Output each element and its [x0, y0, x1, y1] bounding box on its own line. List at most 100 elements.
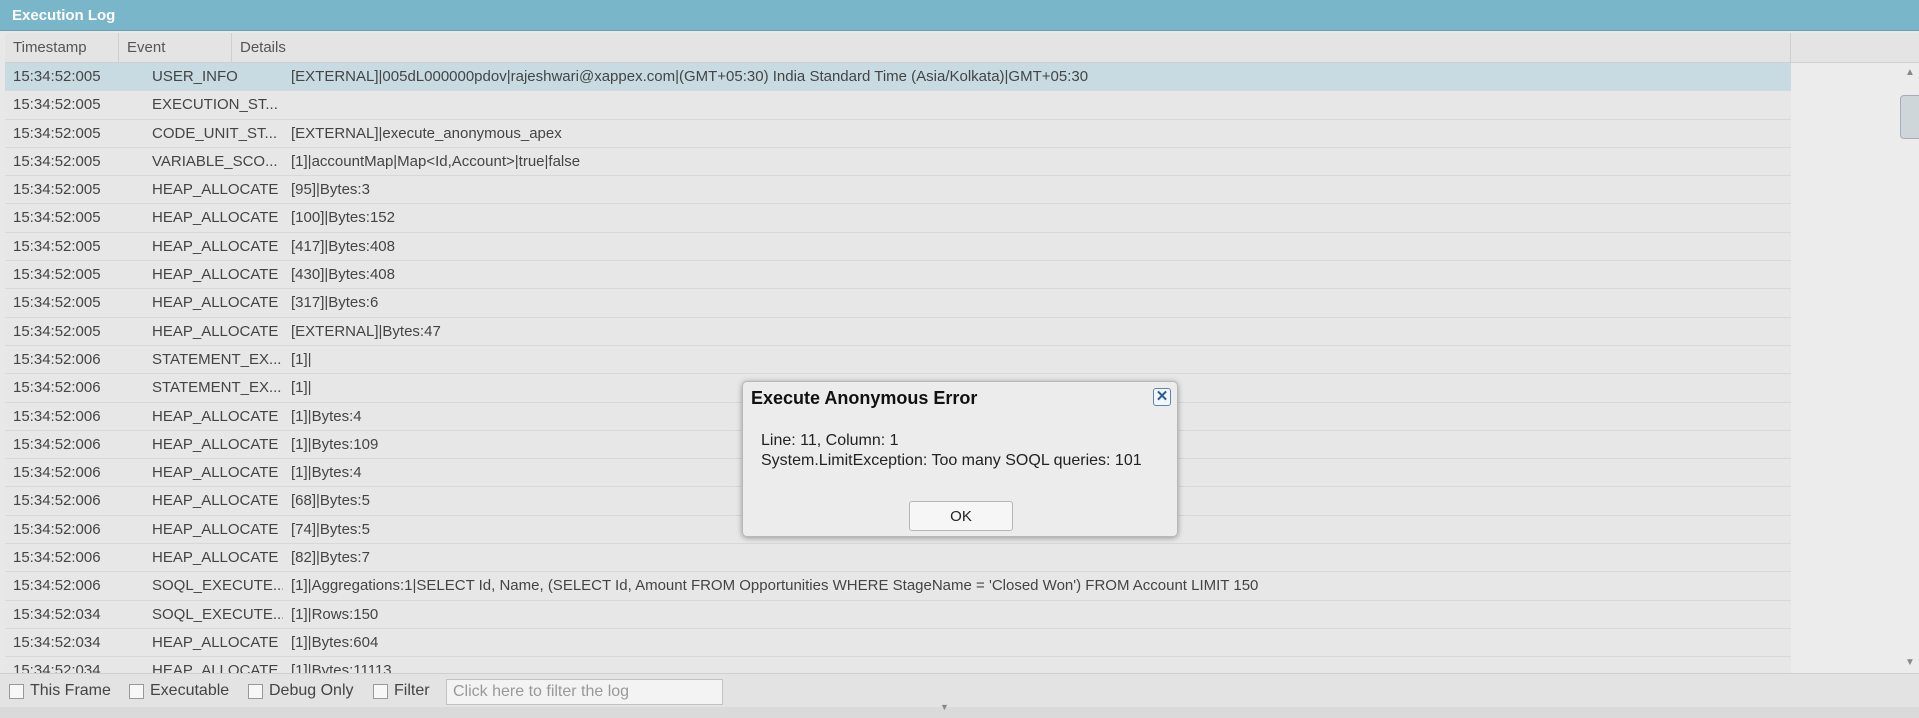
- log-event-cell: USER_INFO: [152, 68, 238, 85]
- log-event-cell: HEAP_ALLOCATE: [152, 662, 279, 673]
- log-row[interactable]: 15:34:52:005 HEAP_ALLOCATE [430]|Bytes:408: [5, 261, 1791, 290]
- log-event-cell: HEAP_ALLOCATE: [152, 633, 279, 651]
- log-timestamp-cell: 15:34:52:006: [13, 435, 101, 453]
- filter-checkbox[interactable]: [373, 683, 388, 699]
- log-event-cell: HEAP_ALLOCATE: [152, 464, 279, 482]
- grid-empty-area: [1791, 63, 1919, 673]
- log-timestamp-cell: 15:34:52:006: [13, 520, 101, 538]
- execution-log-title: Execution Log: [0, 0, 1919, 31]
- filter-option[interactable]: Filter: [373, 680, 430, 702]
- executable-option[interactable]: Executable: [129, 680, 229, 702]
- log-event-cell: CODE_UNIT_ST...: [152, 124, 278, 142]
- log-event-cell: HEAP_ALLOCATE: [152, 294, 279, 312]
- log-event-cell: STATEMENT_EX...: [152, 350, 282, 368]
- grid-header-extension: [1791, 33, 1919, 63]
- log-event-cell: HEAP_ALLOCATE: [152, 435, 279, 453]
- debug-only-checkbox[interactable]: [248, 683, 263, 699]
- column-header-timestamp[interactable]: Timestamp: [5, 33, 119, 62]
- log-timestamp-cell: 15:34:52:034: [13, 662, 101, 673]
- log-timestamp-cell: 15:34:52:006: [13, 464, 101, 482]
- debug-only-label: Debug Only: [269, 682, 354, 699]
- log-details-cell: [283, 91, 1791, 119]
- this-frame-label: This Frame: [30, 682, 111, 699]
- log-details-cell: [1]|Rows:150: [291, 605, 379, 623]
- log-timestamp-cell: 15:34:52:006: [13, 492, 101, 510]
- log-event-cell: SOQL_EXECUTE...: [152, 605, 283, 623]
- log-details-cell: [1]|Bytes:11113: [291, 662, 392, 673]
- log-grid-header: Timestamp Event Details: [5, 33, 1791, 63]
- execute-anonymous-error-dialog: Execute Anonymous Error ✕ Line: 11, Colu…: [742, 381, 1178, 537]
- column-header-details[interactable]: Details: [232, 33, 1791, 62]
- scroll-up-arrow-icon[interactable]: ▲: [1904, 68, 1916, 78]
- column-header-event[interactable]: Event: [119, 33, 232, 62]
- log-row[interactable]: 15:34:52:006 STATEMENT_EX... [1]|: [5, 345, 1791, 375]
- log-details-cell: [EXTERNAL]|005dL000000pdov|rajeshwari@xa…: [291, 68, 1089, 85]
- log-timestamp-cell: 15:34:52:005: [13, 152, 101, 170]
- log-event-cell: EXECUTION_ST...: [152, 96, 278, 114]
- filter-label: Filter: [394, 682, 430, 699]
- log-filter-bar: This Frame Executable Debug Only Filter: [0, 673, 1919, 708]
- log-timestamp-cell: 15:34:52:034: [13, 605, 101, 623]
- log-row[interactable]: 15:34:52:034 HEAP_ALLOCATE [1]|Bytes:11113: [5, 657, 1791, 673]
- error-location: Line: 11, Column: 1: [761, 432, 899, 449]
- log-timestamp-cell: 15:34:52:005: [13, 294, 101, 312]
- log-event-cell: HEAP_ALLOCATE: [152, 492, 279, 510]
- log-details-cell: [1]|accountMap|Map<Id,Account>|true|fals…: [291, 152, 581, 170]
- log-event-cell: HEAP_ALLOCATE: [152, 520, 279, 538]
- debug-only-option[interactable]: Debug Only: [248, 680, 354, 702]
- log-event-cell: STATEMENT_EX...: [152, 379, 282, 397]
- scrollbar-thumb[interactable]: [1900, 95, 1919, 139]
- log-details-cell: [82]|Bytes:7: [291, 549, 370, 567]
- log-timestamp-cell: 15:34:52:005: [13, 68, 101, 85]
- log-details-cell: [95]|Bytes:3: [291, 181, 370, 199]
- log-rows: 15:34:52:005 USER_INFO [EXTERNAL]|005dL000…: [5, 63, 1791, 673]
- log-timestamp-cell: 15:34:52:005: [13, 322, 101, 340]
- log-timestamp-cell: 15:34:52:005: [13, 209, 101, 227]
- log-event-cell: HEAP_ALLOCATE: [152, 209, 279, 227]
- log-details-cell: [1]|Aggregations:1|SELECT Id, Name, (SEL…: [291, 577, 1259, 595]
- this-frame-option[interactable]: This Frame: [9, 680, 111, 702]
- log-timestamp-cell: 15:34:52:006: [13, 407, 101, 425]
- this-frame-checkbox[interactable]: [9, 683, 24, 699]
- log-row[interactable]: 15:34:52:005 USER_INFO [EXTERNAL]|005dL000…: [5, 63, 1791, 92]
- executable-checkbox[interactable]: [129, 683, 144, 699]
- log-row[interactable]: 15:34:52:034 SOQL_EXECUTE... [1]|Rows:150: [5, 600, 1791, 629]
- ok-button[interactable]: OK: [909, 501, 1013, 531]
- bottom-tab-strip: [0, 707, 1919, 718]
- log-timestamp-cell: 15:34:52:005: [13, 266, 101, 284]
- log-details-cell: [EXTERNAL]|execute_anonymous_apex: [291, 124, 562, 142]
- dialog-title: Execute Anonymous Error: [751, 388, 978, 408]
- log-timestamp-cell: 15:34:52:006: [13, 379, 101, 397]
- log-timestamp-cell: 15:34:52:006: [13, 350, 101, 368]
- log-row[interactable]: 15:34:52:005 HEAP_ALLOCATE [95]|Bytes:3: [5, 176, 1791, 205]
- log-row[interactable]: 15:34:52:005 VARIABLE_SCO... [1]|accountMa…: [5, 147, 1791, 177]
- log-event-cell: HEAP_ALLOCATE: [152, 181, 279, 199]
- log-row[interactable]: 15:34:52:005 HEAP_ALLOCATE [EXTERNAL]|Byte…: [5, 317, 1791, 346]
- log-row[interactable]: 15:34:52:006 SOQL_EXECUTE... [1]|Aggregati…: [5, 572, 1791, 601]
- log-timestamp-cell: 15:34:52:005: [13, 124, 101, 142]
- log-details-cell: [1]|: [291, 350, 312, 368]
- log-row[interactable]: 15:34:52:034 HEAP_ALLOCATE [1]|Bytes:604: [5, 628, 1791, 658]
- log-timestamp-cell: 15:34:52:006: [13, 549, 101, 567]
- log-row[interactable]: 15:34:52:005 HEAP_ALLOCATE [417]|Bytes:408: [5, 232, 1791, 262]
- log-row[interactable]: 15:34:52:006 HEAP_ALLOCATE [82]|Bytes:7: [5, 544, 1791, 573]
- log-timestamp-cell: 15:34:52:034: [13, 633, 101, 651]
- panel-resize-handle-icon[interactable]: ▼: [940, 702, 949, 712]
- log-row[interactable]: 15:34:52:005 HEAP_ALLOCATE [317]|Bytes:6: [5, 289, 1791, 318]
- log-event-cell: HEAP_ALLOCATE: [152, 237, 279, 255]
- log-details-cell: [1]|Bytes:604: [291, 633, 379, 651]
- log-details-cell: [317]|Bytes:6: [291, 294, 379, 312]
- dialog-message: Line: 11, Column: 1 System.LimitExceptio…: [761, 431, 1142, 471]
- log-event-cell: VARIABLE_SCO...: [152, 152, 278, 170]
- scroll-down-arrow-icon[interactable]: ▼: [1904, 658, 1916, 668]
- log-row[interactable]: 15:34:52:005 CODE_UNIT_ST... [EXTERNAL]|ex…: [5, 119, 1791, 148]
- close-icon[interactable]: ✕: [1153, 388, 1171, 406]
- error-message: System.LimitException: Too many SOQL que…: [761, 452, 1142, 469]
- log-row[interactable]: 15:34:52:005 EXECUTION_ST...: [5, 91, 1791, 120]
- executable-label: Executable: [150, 682, 230, 699]
- log-details-cell: [EXTERNAL]|Bytes:47: [291, 322, 441, 340]
- log-timestamp-cell: 15:34:52:005: [13, 181, 101, 199]
- log-event-cell: HEAP_ALLOCATE: [152, 549, 279, 567]
- log-filter-input[interactable]: [446, 679, 723, 705]
- log-row[interactable]: 15:34:52:005 HEAP_ALLOCATE [100]|Bytes:152: [5, 204, 1791, 233]
